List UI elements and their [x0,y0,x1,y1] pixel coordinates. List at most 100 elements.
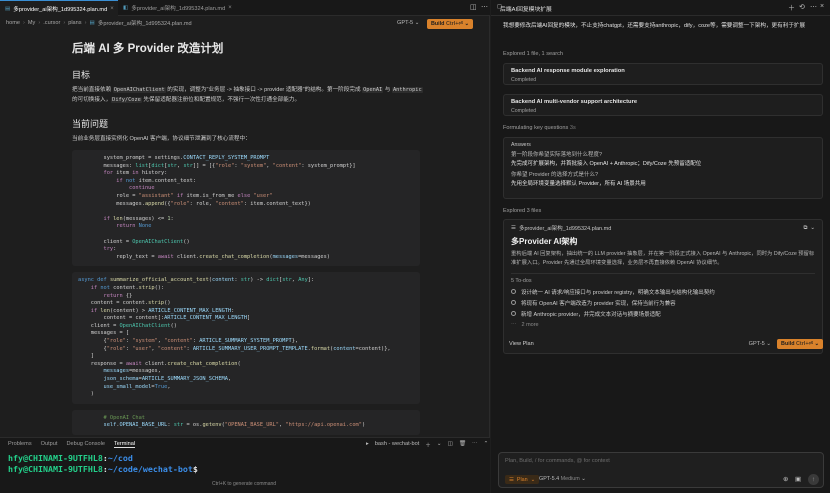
plan-file-row[interactable]: ☰ 多provider_ai架构_1d995324.plan.md ⧉ ⌄ [504,220,822,236]
more-actions-icon[interactable]: ⋯ [481,3,488,11]
view-plan-button[interactable]: View Plan [509,341,534,347]
breadcrumb-item[interactable]: .cursor [43,20,60,26]
terminal-path: ~/cod [107,453,133,463]
plan-actions: View Plan GPT-5 ⌄ Build Ctrl+⏎ ⌄ [503,337,823,351]
markdown-file-icon: ▤ [89,20,95,26]
task-status: Completed [511,77,537,83]
plan-title: 多Provider AI架构 [511,237,578,246]
chat-input-placeholder[interactable]: Plan, Build, / for commands, @ for conte… [505,458,610,464]
terminal-line: hfy@CHINAMI-9UTFHL8:~/code/wechat-bot$ [8,464,198,474]
copy-icon[interactable]: ⧉ [803,225,807,232]
answers-card: Answers 第一阶段你希望实际落地到什么程度? 先完成可扩展架构，并首批接入… [503,137,823,199]
model-name: GPT-5 [748,341,765,347]
user-message: 我想要修改后端AI回复的模块，不止支持chatgpt，还需要支持anthropi… [503,23,806,29]
todo-item[interactable]: 将现有 OpenAI 客户端改造为 provider 实现，保持当前行为兼容 [511,297,815,308]
chat-title: 后端AI回复模块扩展 [500,7,552,13]
terminal-user: hfy@CHINAMI-9UTFHL8 [8,464,103,474]
add-terminal-icon[interactable]: ＋ [425,441,431,449]
plan-file-name: 多provider_ai架构_1d995324.plan.md [518,226,612,232]
formulating-status[interactable]: Formulating key questions 3s [503,125,576,131]
image-icon[interactable]: ▣ [795,475,801,483]
breadcrumb-item[interactable]: plans [68,20,81,26]
build-shortcut: Ctrl+⏎ [445,21,463,27]
preview-icon: ◧ [123,5,129,11]
qa-question: 第一阶段你希望实际落地到什么程度? [511,152,603,158]
section-paragraph: 把当前直接依赖 OpenAIChatClient 的实现，调整为"业务层 -> … [72,85,427,105]
history-icon[interactable]: ⟲ [799,3,805,11]
chevron-down-icon: ⌄ [414,20,420,26]
tab-terminal[interactable]: Terminal [114,441,136,448]
breadcrumb-item[interactable]: 多provider_ai架构_1d995324.plan.md [98,19,192,27]
tab-output[interactable]: Output [41,441,58,448]
input-model-name: GPT-5.4 [539,476,560,482]
model-selector[interactable]: GPT-5 ⌄ [397,20,419,26]
inline-code: OpenAI [362,87,384,93]
chevron-down-icon[interactable]: ⌄ [810,225,815,231]
qa-item: 第一阶段你希望实际落地到什么程度? 先完成可扩展架构，并首批接入 OpenAI … [511,151,815,169]
split-editor-icon[interactable]: ◫ [470,3,477,11]
build-button[interactable]: Build Ctrl+⏎ ⌄ [427,19,473,29]
send-icon[interactable]: ↑ [808,474,819,485]
breadcrumb-item[interactable]: home [6,20,20,26]
paragraph-text: 的可切换接入， [72,97,112,103]
code-block: # OpenAI Chat self.OPENAI_BASE_URL: str … [72,409,420,435]
trash-icon[interactable]: 🗑 [459,441,466,449]
breadcrumb: home › My › .cursor › plans › ▤ 多provider_ai… [6,19,192,27]
close-icon[interactable]: × [228,5,232,11]
task-card[interactable]: Backend AI response module exploration C… [503,63,823,85]
model-selector[interactable]: GPT-5 ⌄ [749,341,771,347]
markdown-file-icon: ▤ [5,5,11,12]
close-icon[interactable]: × [820,3,824,10]
todo-circle-icon [511,311,516,316]
panel-tabs: Problems Output Debug Console Terminal [8,441,136,448]
more-actions-icon[interactable]: ⋯ [472,441,478,449]
code-block: async def summarize_official_account_tex… [72,272,420,404]
more-icon: ⋯ [511,321,517,328]
todo-item[interactable]: 设计统一 AI 请求/响应接口与 provider registry，明确文本输… [511,286,815,297]
more-actions-icon[interactable]: ⋯ [810,3,817,11]
explored-status[interactable]: Explored 3 files [503,208,541,214]
chevron-down-icon[interactable]: ⌄ [437,441,442,449]
tab-debug-console[interactable]: Debug Console [66,441,105,448]
editor-tab[interactable]: ◧ 多provider_ai架构_1d995324.plan.md × [118,0,238,16]
code-block: system_prompt = settings.CONTACT_REPLY_S… [72,150,420,267]
mode-selector[interactable]: ☰ Plan ⌄ [505,475,540,484]
page-title: 后端 AI 多 Provider 改造计划 [72,43,224,55]
add-chat-icon[interactable]: ＋ [788,3,795,13]
section-heading: 目标 [72,70,91,80]
more-label: 2 more [521,321,539,328]
terminal-name[interactable]: bash - wechat-bot [375,441,419,449]
answers-label: Answers [511,142,531,148]
inline-code: Anthropic [391,87,423,93]
more-todos[interactable]: ⋯ 2 more [511,319,815,330]
paragraph-text: 把当前直接依赖 [72,87,113,93]
tab-problems[interactable]: Problems [8,441,32,448]
attach-icon[interactable]: ⊕ [783,475,788,483]
paragraph-text: 与 [383,87,392,93]
qa-answer: 先用全局环境变量选择默认 Provider，所有 AI 场景共用 [511,181,646,187]
inline-code: OpenAIChatClient [112,87,166,93]
markdown-document: 后端 AI 多 Provider 改造计划 目标 把当前直接依赖 OpenAIC… [72,40,427,437]
section-paragraph: 当前业务层直接实例化 OpenAI 客户端，协议细节泄漏到了核心流程中： [72,134,427,144]
qa-question: 你希望 Provider 的选择方式是什么? [511,172,599,178]
formulating-time: 3s [569,125,576,131]
input-model-selector[interactable]: GPT-5.4 Medium ⌄ [539,476,586,482]
build-label: Build [431,21,445,27]
build-button[interactable]: Build Ctrl+⏎ ⌄ [777,339,823,349]
mode-label: Plan [516,476,528,483]
task-card[interactable]: Backend AI multi-vendor support architec… [503,94,823,116]
explored-status[interactable]: Explored 1 file, 1 search [503,51,563,57]
paragraph-text: 先保留适配器注册位和配置规范，不强行一次性打通全部能力。 [141,97,301,103]
editor-tab-active[interactable]: ▤ 多provider_ai架构_1d995324.plan.md × [0,0,118,16]
split-terminal-icon[interactable]: ◫ [448,441,453,449]
list-icon: ☰ [511,225,516,231]
maximize-icon[interactable]: ⌃ [484,441,489,449]
chat-input-box[interactable]: Plan, Build, / for commands, @ for conte… [498,452,824,488]
todo-item[interactable]: 新增 Anthropic provider，并完成文本对话与摘要场景适配 [511,308,815,319]
terminal-user: hfy@CHINAMI-9UTFHL8 [8,453,103,463]
plan-mode-icon: ☰ [509,476,514,483]
todo-text: 将现有 OpenAI 客户端改造为 provider 实现，保持当前行为兼容 [521,300,676,307]
paragraph-text: 当前业务层直接实例化 OpenAI 客户端，协议细节泄漏到了核心流程中： [72,136,251,142]
close-icon[interactable]: × [110,6,114,12]
breadcrumb-item[interactable]: My [28,20,35,26]
